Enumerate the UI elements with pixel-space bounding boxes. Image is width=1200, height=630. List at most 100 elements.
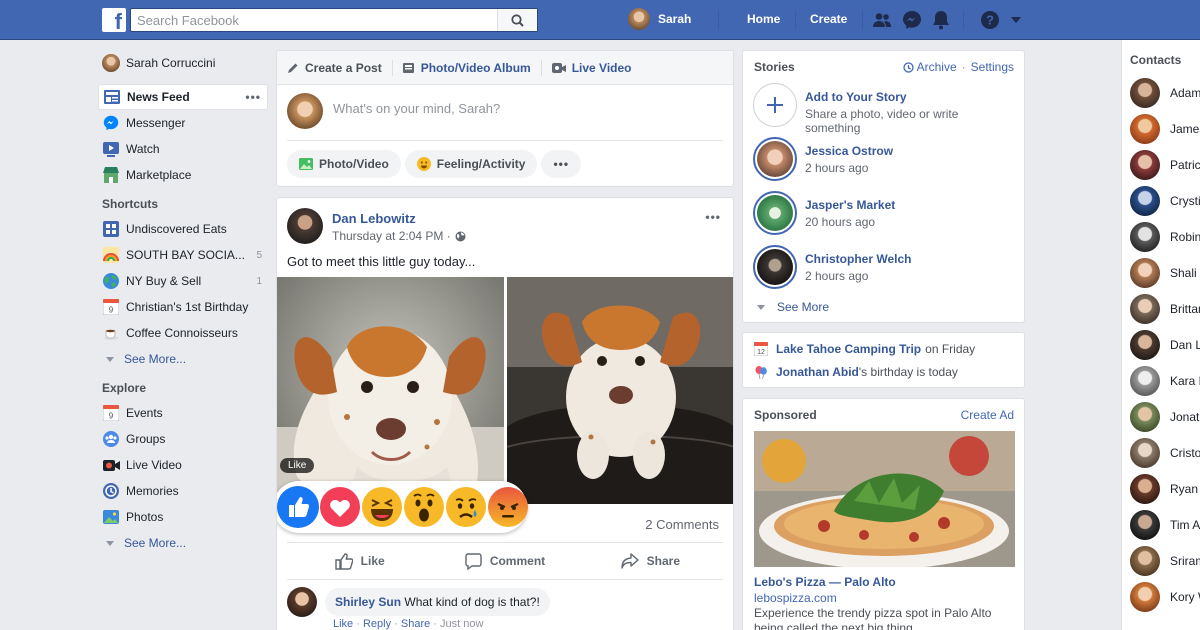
story-item[interactable]: Christopher Welch 2 hours ago (753, 245, 1015, 289)
home-link[interactable]: Home (747, 12, 780, 26)
status-input[interactable] (333, 101, 713, 116)
post-photo-2[interactable] (507, 277, 733, 504)
divider (795, 10, 796, 30)
sad-reaction-icon[interactable] (445, 486, 487, 528)
create-link[interactable]: Create (810, 12, 847, 26)
avatar[interactable] (287, 208, 323, 244)
tab-create-post[interactable]: Create a Post (287, 59, 393, 76)
sidebar-profile[interactable]: Sarah Corruccini (98, 50, 268, 76)
comment-button[interactable]: Comment (432, 543, 577, 579)
angry-reaction-icon[interactable] (487, 486, 529, 528)
search-button[interactable] (497, 9, 537, 31)
like-reaction-icon[interactable] (277, 486, 319, 528)
comment-share-link[interactable]: Share (401, 618, 430, 630)
wow-reaction-icon[interactable] (403, 486, 445, 528)
help-icon[interactable]: ? (979, 9, 1001, 31)
sidebar-item-label: Coffee Connoisseurs (126, 326, 238, 340)
contact-item[interactable]: Jonath (1130, 402, 1200, 432)
sidebar-item-ny-buy-sell[interactable]: NY Buy & Sell 1 (98, 268, 268, 294)
ad-image[interactable] (754, 431, 1015, 567)
story-author: Jasper's Market (805, 198, 896, 212)
settings-link[interactable]: Settings (971, 60, 1014, 74)
add-story-button[interactable] (753, 83, 797, 127)
contact-item[interactable]: Ryan (1130, 474, 1198, 504)
birthday-reminder[interactable]: Jonathan Abid 's birthday is today (754, 365, 958, 379)
search-input[interactable] (131, 9, 491, 31)
photo-video-button[interactable]: Photo/Video (287, 150, 401, 178)
sidebar-item-watch[interactable]: Watch (98, 136, 268, 162)
post-timestamp[interactable]: Thursday at 2:04 PM · (332, 229, 466, 243)
contact-name: Shali (1170, 266, 1197, 280)
sidebar-item-messenger[interactable]: Messenger (98, 110, 268, 136)
stories-links: Archive · Settings (902, 60, 1014, 74)
live-video-icon (551, 62, 566, 73)
contact-item[interactable]: Kory W (1130, 582, 1200, 612)
more-options-button[interactable]: ••• (541, 150, 582, 178)
comment-author[interactable]: Shirley Sun (335, 595, 401, 609)
story-item[interactable]: Jasper's Market 20 hours ago (753, 191, 1015, 235)
tab-photo-video-album[interactable]: Photo/Video Album (402, 59, 542, 76)
shortcuts-see-more-link[interactable]: See More... (98, 346, 268, 372)
notifications-icon[interactable] (930, 9, 952, 31)
contact-name: Kara P (1170, 374, 1200, 388)
contact-item[interactable]: Dan L (1130, 330, 1200, 360)
love-reaction-icon[interactable] (319, 486, 361, 528)
contact-item[interactable]: Tim A (1130, 510, 1200, 540)
sidebar-item-live-video[interactable]: Live Video (98, 452, 268, 478)
sidebar-item-label: Christian's 1st Birthday (126, 300, 249, 314)
sidebar-item-memories[interactable]: Memories (98, 478, 268, 504)
more-options-icon[interactable]: ••• (245, 90, 261, 104)
story-item[interactable]: Jessica Ostrow 2 hours ago (753, 137, 1015, 181)
share-button[interactable]: Share (578, 543, 723, 579)
tab-live-video[interactable]: Live Video (551, 60, 642, 76)
comment-like-link[interactable]: Like (333, 618, 353, 630)
stories-see-more-link[interactable]: See More (757, 300, 829, 314)
avatar[interactable] (287, 587, 317, 617)
avatar (1130, 582, 1160, 612)
post-options-button[interactable]: ••• (705, 210, 721, 224)
sidebar-item-news-feed[interactable]: News Feed ••• (98, 84, 268, 110)
post-author[interactable]: Dan Lebowitz (332, 211, 416, 226)
sidebar-item-coffee-connoisseurs[interactable]: Coffee Connoisseurs (98, 320, 268, 346)
contact-item[interactable]: Patrick (1130, 150, 1200, 180)
comment-reply-link[interactable]: Reply (363, 618, 391, 630)
sidebar-item-events[interactable]: 9 Events (98, 400, 268, 426)
sidebar-item-south-bay[interactable]: SOUTH BAY SOCIA... 5 (98, 242, 268, 268)
profile-link[interactable]: Sarah (628, 8, 691, 30)
contact-name: Crystin (1170, 194, 1200, 208)
globe-icon (102, 272, 120, 290)
ad-url[interactable]: lebospizza.com (754, 591, 837, 605)
contact-item[interactable]: Adam (1130, 78, 1200, 108)
action-label: Like (360, 554, 385, 568)
divider (862, 10, 863, 30)
sidebar-item-photos[interactable]: Photos (98, 504, 268, 530)
sidebar-item-groups[interactable]: Groups (98, 426, 268, 452)
sidebar-item-christians-birthday[interactable]: 9 Christian's 1st Birthday (98, 294, 268, 320)
calendar-icon: 9 (102, 298, 120, 316)
sidebar-item-marketplace[interactable]: Marketplace (98, 162, 268, 188)
contact-item[interactable]: Cristol (1130, 438, 1200, 468)
explore-see-more-link[interactable]: See More... (98, 530, 268, 556)
contacts-sidebar: Contacts Adam James Patrick Crystin Robi… (1121, 40, 1200, 630)
ad-title[interactable]: Lebo's Pizza — Palo Alto (754, 575, 896, 589)
facebook-logo[interactable]: f (102, 8, 126, 32)
contact-item[interactable]: Robin (1130, 222, 1200, 252)
contact-item[interactable]: Kara P (1130, 366, 1200, 396)
haha-reaction-icon[interactable] (361, 486, 403, 528)
contact-item[interactable]: Shali (1130, 258, 1197, 288)
event-reminder[interactable]: 12 Lake Tahoe Camping Trip on Friday (754, 342, 975, 356)
contact-item[interactable]: Sriram (1130, 546, 1200, 576)
create-ad-link[interactable]: Create Ad (961, 408, 1014, 422)
like-button[interactable]: Like (287, 543, 432, 579)
comments-count-link[interactable]: 2 Comments (645, 517, 719, 532)
sidebar-item-undiscovered-eats[interactable]: Undiscovered Eats (98, 216, 268, 242)
contact-item[interactable]: Brittan (1130, 294, 1200, 324)
add-to-story[interactable]: Add to Your Story Share a photo, video o… (753, 83, 1015, 135)
contact-item[interactable]: Crystin (1130, 186, 1200, 216)
contact-item[interactable]: James (1130, 114, 1200, 144)
feeling-activity-button[interactable]: Feeling/Activity (404, 150, 538, 178)
friends-icon[interactable] (871, 9, 893, 31)
messenger-icon[interactable] (901, 9, 923, 31)
archive-link[interactable]: Archive (917, 60, 957, 74)
menu-caret-icon[interactable] (1005, 9, 1027, 31)
